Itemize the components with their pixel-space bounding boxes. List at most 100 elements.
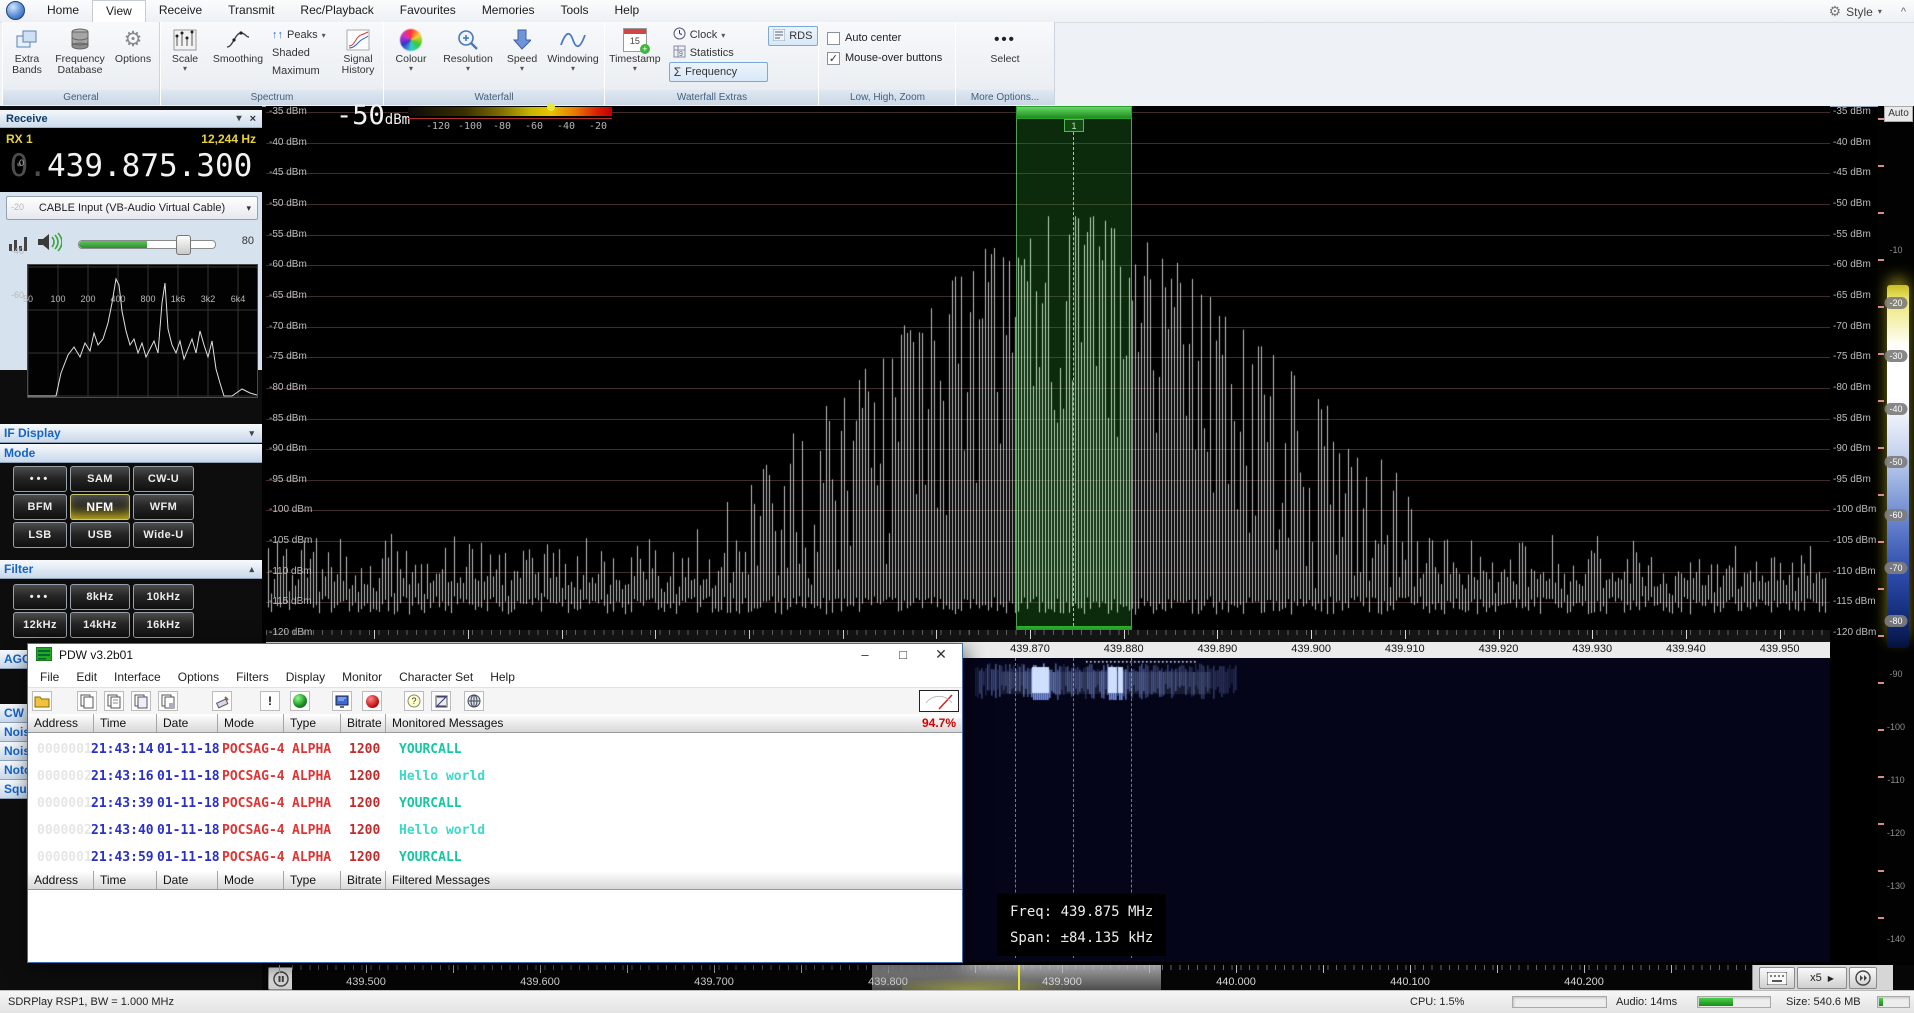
chevron-down-icon[interactable]: ▾ [237, 113, 246, 124]
mode-button-BFM[interactable]: BFM [13, 494, 67, 520]
mode-button-USB[interactable]: USB [70, 522, 130, 548]
filter-button-14kHz[interactable]: 14kHz [70, 612, 130, 638]
tab-help[interactable]: Help [602, 0, 653, 21]
menu-file[interactable]: File [40, 670, 59, 684]
statistics-button[interactable]: 9 Statistics [669, 44, 769, 62]
menu-interface[interactable]: Interface [114, 670, 161, 684]
tab-memories[interactable]: Memories [469, 0, 548, 21]
mode-button-LSB[interactable]: LSB [13, 522, 67, 548]
windowing-button[interactable]: Windowing ▾ [545, 24, 601, 72]
help-balloon-icon[interactable]: ? [404, 691, 424, 711]
frequency-button[interactable]: Σ Frequency [669, 62, 769, 82]
filter-button-12kHz[interactable]: 12kHz [13, 612, 67, 638]
column-header-address[interactable]: Address [28, 714, 94, 732]
timestamp-button[interactable]: 15 + Timestamp ▾ [606, 24, 664, 72]
band-cycle-button[interactable] [1849, 967, 1877, 989]
clear-screen-icon[interactable] [212, 691, 232, 711]
auto-range-button[interactable]: Auto [1884, 106, 1913, 122]
volume-slider-handle[interactable] [176, 235, 191, 255]
column-header-type[interactable]: Type [284, 871, 341, 889]
mode-button-CWU[interactable]: CW-U [133, 466, 194, 492]
speaker-icon[interactable] [36, 231, 62, 258]
alert-icon[interactable]: ! [260, 691, 280, 711]
tab-rec-playback[interactable]: Rec/Playback [287, 0, 386, 21]
mode-button-[interactable]: ••• [13, 466, 67, 492]
column-header-bitrate[interactable]: Bitrate [341, 871, 386, 889]
copy-page-icon[interactable] [104, 691, 124, 711]
pdw-window[interactable]: PDW v3.2b01 – □ ✕ FileEditInterfaceOptio… [27, 643, 963, 963]
column-header-address[interactable]: Address [28, 871, 94, 889]
chevron-down-icon[interactable]: ▾ [249, 428, 258, 439]
terminal-icon[interactable] [332, 691, 352, 711]
copy-icon[interactable] [77, 691, 97, 711]
column-header-mode[interactable]: Mode [218, 714, 284, 732]
clock-button[interactable]: Clock ▾ [669, 26, 769, 44]
message-row[interactable]: 000000121:43:3901-11-18POCSAG-4ALPHA1200… [29, 790, 962, 817]
filter-button-8kHz[interactable]: 8kHz [70, 584, 130, 610]
open-file-icon[interactable] [32, 691, 52, 711]
rds-button[interactable]: RDS [768, 26, 818, 46]
filter-button-10kHz[interactable]: 10kHz [133, 584, 194, 610]
column-header-time[interactable]: Time [94, 714, 157, 732]
close-button[interactable]: ✕ [926, 646, 956, 664]
tab-view[interactable]: View [92, 0, 146, 22]
message-row[interactable]: 000000121:43:5901-11-18POCSAG-4ALPHA1200… [29, 844, 962, 871]
minimize-button[interactable]: – [850, 646, 880, 664]
message-row[interactable]: 000000121:43:1401-11-18POCSAG-4ALPHA1200… [29, 736, 962, 763]
mode-button-WFM[interactable]: WFM [133, 494, 194, 520]
frequency-database-button[interactable]: Frequency Database [50, 24, 110, 76]
zoom-button[interactable]: x5▶ [1797, 967, 1847, 989]
extra-bands-button[interactable]: Extra Bands [4, 24, 50, 76]
section-header-if-display[interactable]: IF Display▾ [0, 424, 262, 443]
frequency-lcd[interactable]: RX 1 12,244 Hz 0.439.875.300 [0, 128, 262, 192]
mouse-over-buttons-checkbox[interactable]: ✓ Mouse-over buttons [827, 48, 942, 68]
tab-home[interactable]: Home [34, 0, 92, 21]
colour-button[interactable]: Colour ▾ [385, 24, 437, 72]
options-button[interactable]: ⚙ Options [110, 24, 156, 65]
mode-button-NFM[interactable]: NFM [70, 494, 130, 520]
menu-character-set[interactable]: Character Set [399, 670, 473, 684]
peaks-button[interactable]: ↑↑ Peaks ▾ [268, 26, 334, 44]
filter-button-16kHz[interactable]: 16kHz [133, 612, 194, 638]
column-header-type[interactable]: Type [284, 714, 341, 732]
maximum-button[interactable]: Maximum [268, 62, 334, 80]
volume-slider[interactable] [78, 240, 216, 249]
mode-button-WideU[interactable]: Wide-U [133, 522, 194, 548]
filter-button-[interactable]: ••• [13, 584, 67, 610]
menu-monitor[interactable]: Monitor [342, 670, 382, 684]
section-header-mode[interactable]: Mode [0, 444, 262, 463]
resolution-button[interactable]: Resolution ▾ [437, 24, 499, 72]
column-header-date[interactable]: Date [157, 714, 218, 732]
chevron-up-icon[interactable]: ▴ [249, 564, 258, 575]
speed-button[interactable]: Speed ▾ [499, 24, 545, 72]
menu-filters[interactable]: Filters [236, 670, 269, 684]
monitor-mode-icon[interactable] [290, 691, 310, 711]
signal-history-button[interactable]: Signal History [334, 24, 382, 76]
menu-edit[interactable]: Edit [76, 670, 97, 684]
column-header-date[interactable]: Date [157, 871, 218, 889]
scale-button[interactable]: Scale ▾ [162, 24, 208, 72]
tab-favourites[interactable]: Favourites [387, 0, 469, 21]
save-log-icon[interactable] [158, 691, 178, 711]
rx-band-top-bar[interactable] [1016, 106, 1132, 119]
band-mute-button[interactable] [268, 967, 294, 990]
rx-band-highlight[interactable]: 1 [1016, 106, 1132, 640]
section-header-filter[interactable]: Filter▴ [0, 560, 262, 579]
message-row[interactable]: 000000221:43:4001-11-18POCSAG-4ALPHA1200… [29, 817, 962, 844]
pdw-title-bar[interactable]: PDW v3.2b01 – □ ✕ [28, 644, 962, 666]
app-menu-button[interactable] [6, 1, 25, 20]
style-button[interactable]: ⚙ Style ▾ ^ [1829, 1, 1914, 22]
audio-input-select[interactable]: CABLE Input (VB-Audio Virtual Cable) ▾ [6, 196, 258, 220]
column-header-mode[interactable]: Mode [218, 871, 284, 889]
spectrum-frequency-ruler[interactable] [266, 630, 1830, 642]
band-scale[interactable]: 439.500439.600439.700439.800439.900440.0… [262, 965, 1914, 990]
column-header-filtered-messages[interactable]: Filtered Messages [386, 871, 962, 889]
record-icon[interactable] [362, 691, 382, 711]
rx-band-body[interactable] [1016, 119, 1132, 626]
filter-dialog-icon[interactable] [431, 691, 451, 711]
frequency-readout[interactable]: 0.439.875.300 [0, 148, 262, 184]
copy-selection-icon[interactable] [131, 691, 151, 711]
column-header-monitored-messages[interactable]: Monitored Messages [386, 714, 962, 732]
menu-display[interactable]: Display [286, 670, 325, 684]
maximize-button[interactable]: □ [888, 646, 918, 664]
